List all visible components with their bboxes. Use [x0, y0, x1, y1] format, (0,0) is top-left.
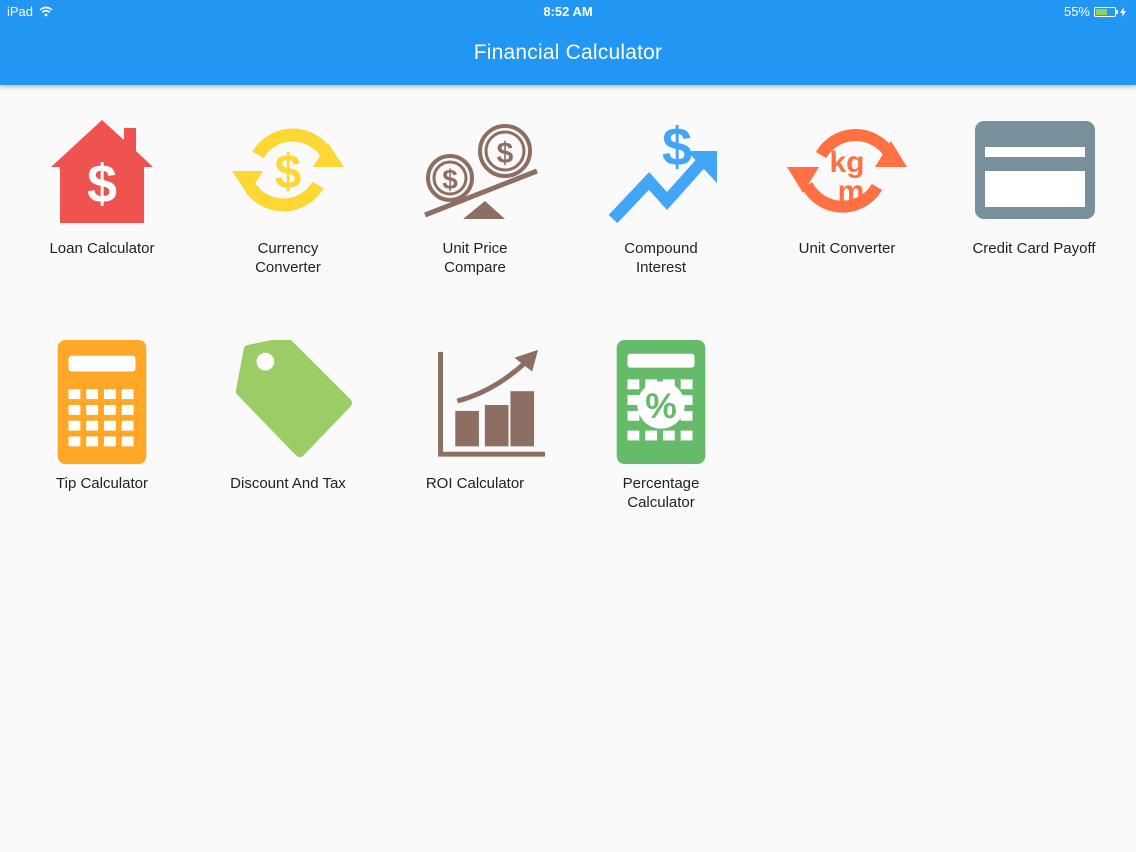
tile-label: Unit Converter — [798, 240, 896, 257]
svg-text:$: $ — [662, 117, 692, 177]
tile-percentage-calculator[interactable]: % Percentage Calculator — [571, 340, 751, 512]
tile-label: Loan Calculator — [49, 240, 155, 257]
tile-label: Tip Calculator — [56, 475, 148, 492]
status-right: 55% — [1064, 4, 1126, 19]
tile-label: Currency Converter — [255, 240, 321, 276]
tile-unit-price-compare[interactable]: $ $ Unit Price Compare — [385, 115, 565, 277]
svg-text:$: $ — [497, 137, 514, 170]
tile-label: Compound Interest — [624, 240, 698, 276]
app-bar: iPad 8:52 AM 55% Financial Calculator — [0, 0, 1136, 85]
tile-credit-card-payoff[interactable]: Credit Card Payoff — [944, 115, 1124, 258]
house-dollar-icon: $ — [51, 120, 153, 223]
dollar-trend-up-icon: $ — [608, 117, 717, 224]
svg-text:%: % — [645, 386, 677, 426]
battery-icon — [1094, 6, 1118, 17]
currency-exchange-icon: $ — [232, 128, 344, 212]
tile-label: ROI Calculator — [425, 475, 525, 492]
percent-calculator-icon: % — [616, 340, 706, 465]
kg-m-convert-icon: kg m — [787, 129, 907, 213]
tile-loan-calculator[interactable]: $ Loan Calculator — [12, 115, 192, 258]
credit-card-icon — [975, 121, 1095, 219]
bar-chart-growth-icon — [438, 349, 545, 457]
page-title: Financial Calculator — [473, 41, 663, 64]
battery-percent: 55% — [1063, 4, 1090, 19]
tile-label: Discount And Tax — [230, 475, 346, 492]
tile-label: Unit Price Compare — [442, 240, 508, 276]
tile-label: Percentage Calculator — [622, 475, 700, 511]
tile-discount-and-tax[interactable]: Discount And Tax — [198, 340, 378, 493]
tile-currency-converter[interactable]: $ Currency Converter — [198, 115, 378, 277]
status-time: 8:52 AM — [543, 4, 593, 19]
calculator-icon — [57, 340, 147, 465]
tile-roi-calculator[interactable]: ROI Calculator — [385, 340, 565, 493]
charging-bolt-icon — [1120, 6, 1126, 17]
coin-balance-icon: $ $ — [424, 124, 538, 219]
tile-compound-interest[interactable]: $ Compound Interest — [571, 115, 751, 277]
svg-text:$: $ — [87, 154, 117, 214]
svg-text:m: m — [838, 175, 865, 208]
tile-label: Credit Card Payoff — [972, 240, 1096, 257]
tile-tip-calculator[interactable]: Tip Calculator — [12, 340, 192, 493]
svg-text:$: $ — [275, 146, 302, 199]
svg-text:$: $ — [442, 164, 458, 195]
price-tag-icon — [235, 340, 352, 458]
tile-unit-converter[interactable]: kg m Unit Converter — [757, 115, 937, 258]
